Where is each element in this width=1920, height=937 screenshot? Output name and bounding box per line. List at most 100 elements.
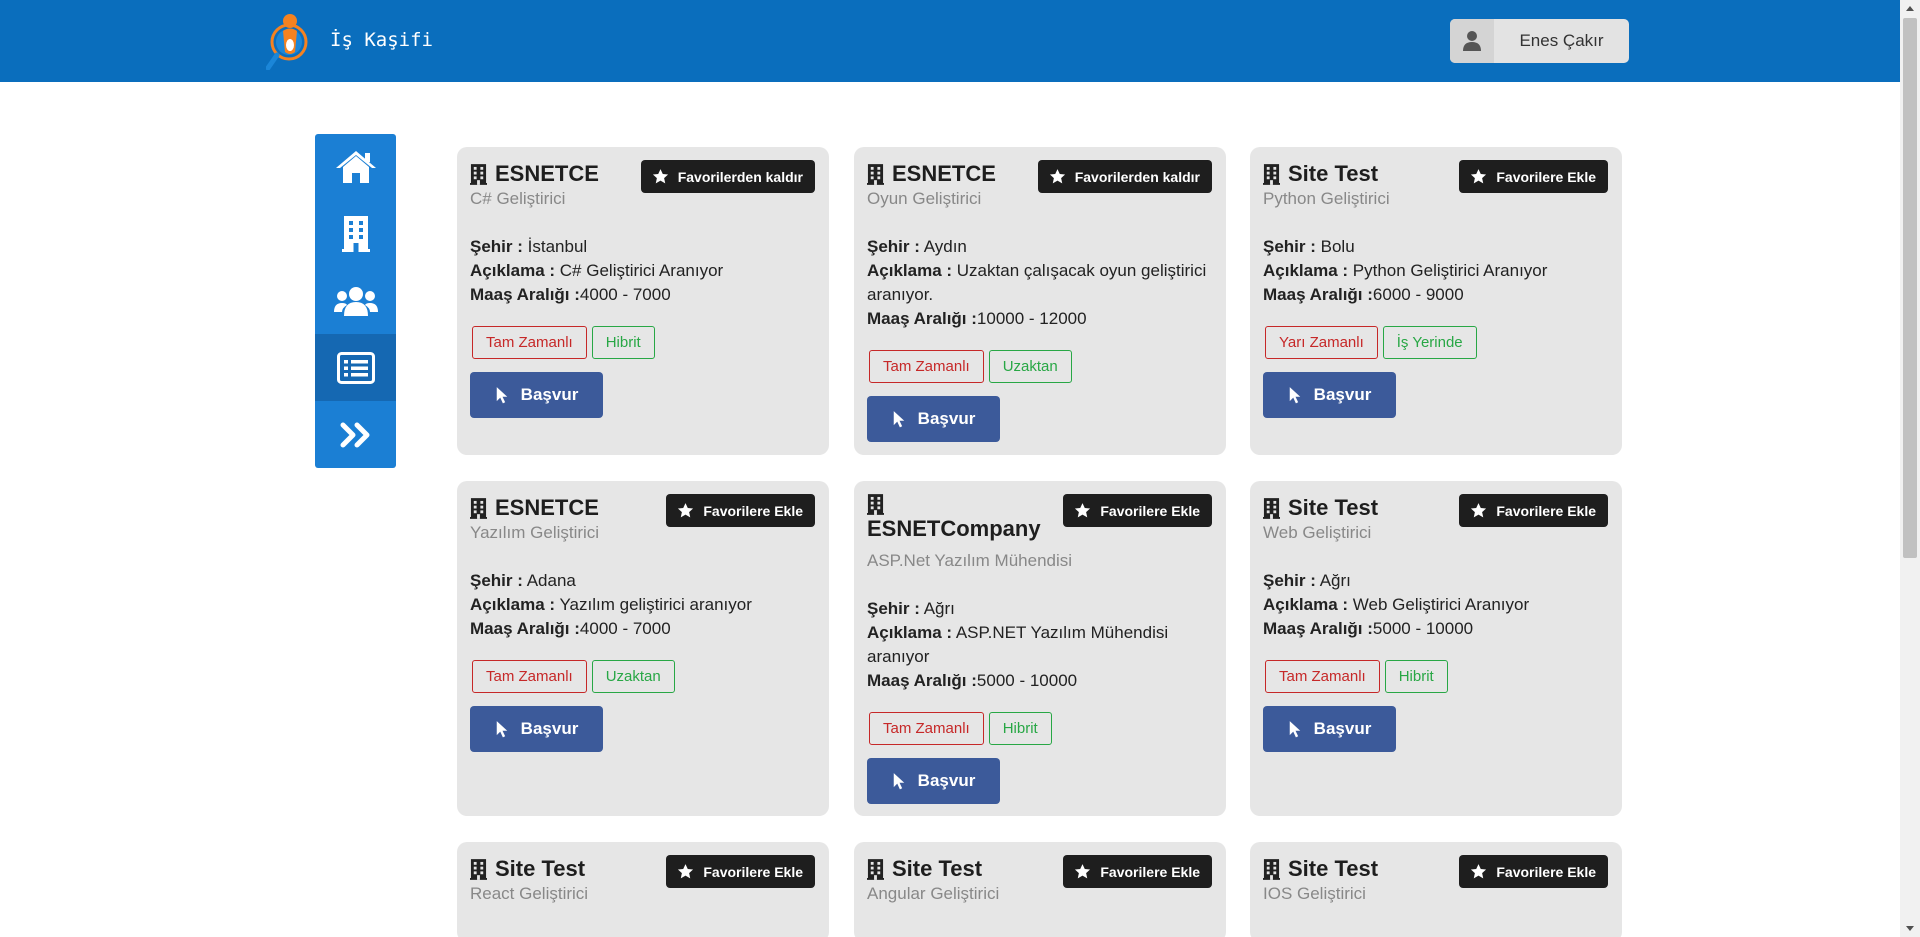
company-name: ESNETCompany <box>867 516 1041 541</box>
building-icon <box>867 164 884 185</box>
list-icon <box>336 351 375 384</box>
job-position: Python Geliştirici <box>1263 189 1390 208</box>
remove-favorite-button[interactable]: Favorilerden kaldır <box>640 160 815 193</box>
work-model-badge: Hibrit <box>1384 660 1448 693</box>
job-position: Web Geliştirici <box>1263 523 1372 542</box>
work-model-badge: İş Yerinde <box>1382 326 1477 359</box>
job-city: Ağrı <box>1319 571 1351 590</box>
building-icon <box>470 498 487 519</box>
job-card: ESNETCE C# Geliştirici Favorilerden kald… <box>457 147 829 455</box>
company-name: ESNETCE <box>495 495 599 520</box>
user-icon <box>1450 19 1494 63</box>
scroll-down-arrow-icon[interactable] <box>1900 920 1920 937</box>
job-salary: 6000 - 9000 <box>1372 285 1464 304</box>
remove-favorite-button[interactable]: Favorilerden kaldır <box>1037 160 1212 193</box>
work-type-badge: Tam Zamanlı <box>869 350 984 383</box>
logo-icon[interactable] <box>266 12 312 70</box>
job-card: ESNETCE Yazılım Geliştirici Favorilere E… <box>457 481 829 816</box>
pointer-icon <box>1288 720 1302 738</box>
apply-button[interactable]: Başvur <box>867 396 1000 442</box>
job-description: Python Geliştirici Aranıyor <box>1352 261 1548 280</box>
star-icon <box>677 863 694 880</box>
job-position: Oyun Geliştirici <box>867 189 982 208</box>
star-icon <box>1049 168 1066 185</box>
job-card: Site Test React Geliştirici Favorilere E… <box>457 842 829 937</box>
apply-button[interactable]: Başvur <box>1263 372 1396 418</box>
users-icon <box>333 286 378 316</box>
scrollbar-thumb[interactable] <box>1903 18 1917 558</box>
work-type-badge: Tam Zamanlı <box>472 326 587 359</box>
star-icon <box>1470 168 1487 185</box>
job-position: IOS Geliştirici <box>1263 884 1366 903</box>
apply-button[interactable]: Başvur <box>867 758 1000 804</box>
company-name: Site Test <box>1288 495 1379 520</box>
building-icon <box>867 859 884 880</box>
sidebar-item-companies[interactable] <box>315 201 396 268</box>
star-icon <box>1470 863 1487 880</box>
job-card: ESNETCompany ASP.Net Yazılım Mühendisi F… <box>854 481 1226 816</box>
sidebar <box>315 134 396 468</box>
sidebar-item-users[interactable] <box>315 268 396 335</box>
star-icon <box>1074 502 1091 519</box>
company-name: Site Test <box>892 856 983 881</box>
page-scrollbar[interactable] <box>1900 0 1920 937</box>
building-icon <box>470 164 487 185</box>
job-position: Yazılım Geliştirici <box>470 523 600 542</box>
job-city: Ağrı <box>923 599 955 618</box>
sidebar-item-expand[interactable] <box>315 401 396 468</box>
building-icon <box>341 216 370 253</box>
building-icon <box>470 859 487 880</box>
building-icon <box>1263 164 1280 185</box>
job-position: React Geliştirici <box>470 884 589 903</box>
job-city: Adana <box>526 571 576 590</box>
apply-button[interactable]: Başvur <box>470 372 603 418</box>
add-favorite-button[interactable]: Favorilere Ekle <box>1459 494 1608 527</box>
brand-title[interactable]: İş Kaşifi <box>330 29 433 51</box>
add-favorite-button[interactable]: Favorilere Ekle <box>1459 160 1608 193</box>
job-position: Angular Geliştirici <box>867 884 1000 903</box>
pointer-icon <box>495 386 509 404</box>
company-name: Site Test <box>495 856 586 881</box>
job-description: C# Geliştirici Aranıyor <box>559 261 724 280</box>
user-menu-button[interactable]: Enes Çakır <box>1450 19 1629 63</box>
job-details: Şehir : İstanbul Açıklama : C# Geliştiri… <box>470 237 724 304</box>
sidebar-item-jobs[interactable] <box>315 334 396 402</box>
job-details: Şehir : Ağrı Açıklama : ASP.NET Yazılım … <box>867 599 1169 690</box>
job-salary: 5000 - 10000 <box>976 671 1078 690</box>
pointer-icon <box>495 720 509 738</box>
job-card: Site Test IOS Geliştirici Favorilere Ekl… <box>1250 842 1622 937</box>
job-salary: 10000 - 12000 <box>976 309 1087 328</box>
job-card: ESNETCE Oyun Geliştirici Favorilerden ka… <box>854 147 1226 455</box>
pointer-icon <box>1288 386 1302 404</box>
add-favorite-button[interactable]: Favorilere Ekle <box>666 855 815 888</box>
add-favorite-button[interactable]: Favorilere Ekle <box>1459 855 1608 888</box>
building-icon <box>1263 859 1280 880</box>
job-card: Site Test Angular Geliştirici Favorilere… <box>854 842 1226 937</box>
job-description: Yazılım geliştirici aranıyor <box>559 595 752 614</box>
pointer-icon <box>892 410 906 428</box>
work-type-badge: Tam Zamanlı <box>472 660 587 693</box>
star-icon <box>1074 863 1091 880</box>
job-salary: 4000 - 7000 <box>579 619 671 638</box>
add-favorite-button[interactable]: Favorilere Ekle <box>1063 855 1212 888</box>
work-type-badge: Tam Zamanlı <box>869 712 984 745</box>
job-description: Web Geliştirici Aranıyor <box>1352 595 1530 614</box>
sidebar-item-home[interactable] <box>315 134 396 201</box>
pointer-icon <box>892 772 906 790</box>
star-icon <box>652 168 669 185</box>
apply-button[interactable]: Başvur <box>470 706 603 752</box>
home-icon <box>335 151 376 184</box>
star-icon <box>677 502 694 519</box>
star-icon <box>1470 502 1487 519</box>
user-name: Enes Çakır <box>1519 31 1604 50</box>
scroll-up-arrow-icon[interactable] <box>1900 0 1920 17</box>
job-position: C# Geliştirici <box>470 189 566 208</box>
company-name: ESNETCE <box>892 161 996 186</box>
add-favorite-button[interactable]: Favorilere Ekle <box>1063 494 1212 527</box>
apply-button[interactable]: Başvur <box>1263 706 1396 752</box>
work-model-badge: Uzaktan <box>591 660 675 693</box>
job-salary: 4000 - 7000 <box>579 285 671 304</box>
job-city: Bolu <box>1320 237 1355 256</box>
add-favorite-button[interactable]: Favorilere Ekle <box>666 494 815 527</box>
company-name: ESNETCE <box>495 161 599 186</box>
